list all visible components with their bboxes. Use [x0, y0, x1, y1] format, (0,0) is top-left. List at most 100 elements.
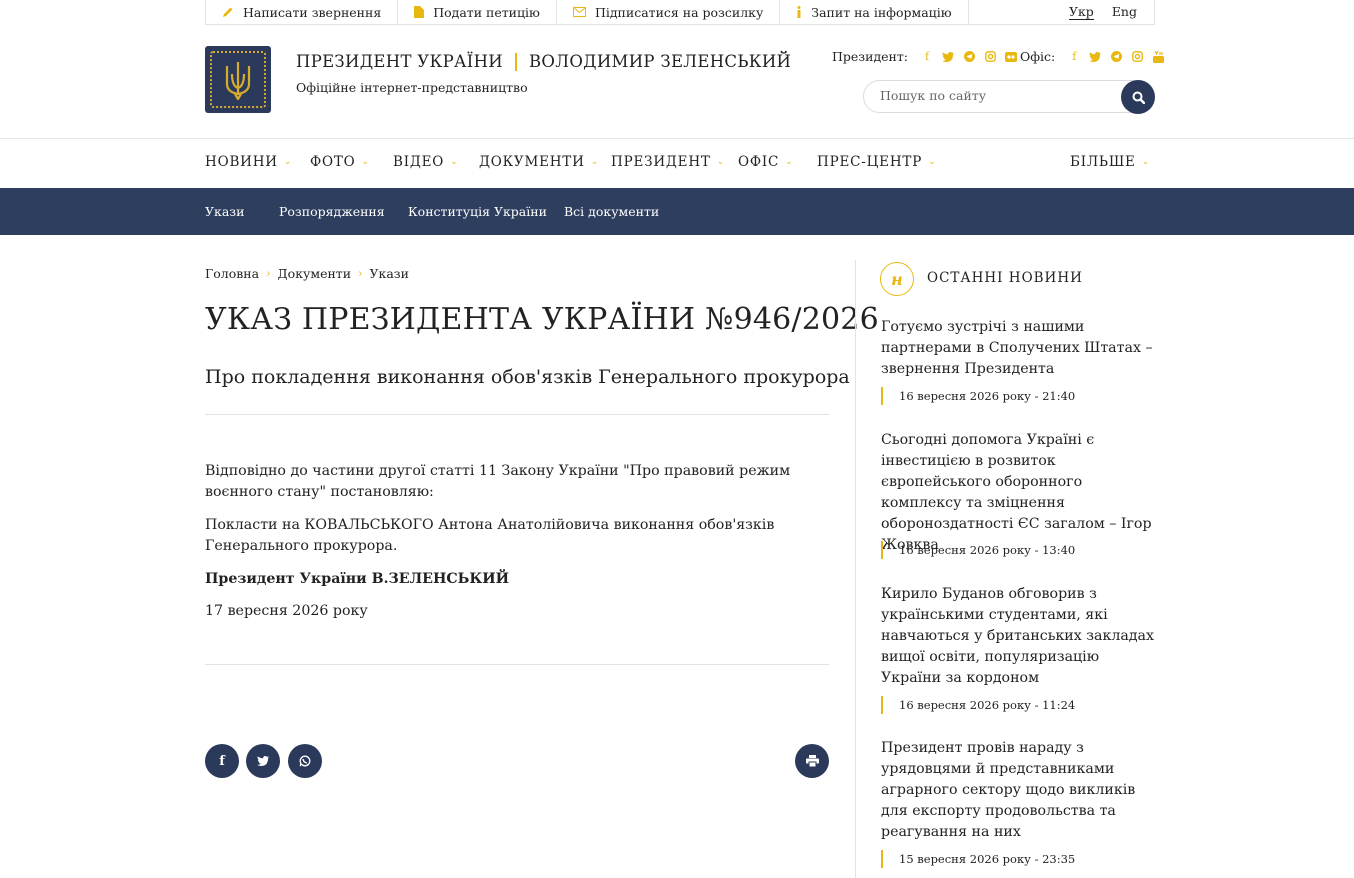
nav-press-center[interactable]: ПРЕС-ЦЕНТР ⌄	[817, 154, 936, 170]
subnav-orders[interactable]: Розпорядження	[279, 204, 385, 219]
chevron-down-icon: ⌄	[361, 157, 370, 167]
subscribe-label: Підписатися на розсилку	[594, 4, 764, 20]
write-appeal-link[interactable]: Написати звернення	[206, 0, 399, 24]
divider	[205, 664, 829, 665]
chevron-right-icon: ›	[266, 267, 271, 280]
chevron-down-icon: ⌄	[928, 157, 937, 167]
title-separator	[515, 52, 517, 71]
share-facebook-button[interactable]: f	[205, 744, 239, 778]
facebook-icon: f	[219, 753, 225, 769]
site-logo[interactable]	[205, 46, 271, 113]
nav-more[interactable]: БІЛЬШЕ ⌄	[1070, 154, 1150, 170]
chevron-down-icon: ⌄	[716, 157, 726, 167]
breadcrumb-documents[interactable]: Документи	[278, 266, 352, 281]
subnav-constitution[interactable]: Конституція України	[408, 204, 547, 219]
logo-frame	[210, 51, 266, 108]
youtube-icon[interactable]	[1152, 50, 1164, 63]
flickr-icon[interactable]	[1005, 51, 1018, 62]
info-request-link[interactable]: Запит на інформацію	[780, 0, 969, 24]
news-item-date: 15 вересня 2026 року - 23:35	[881, 850, 1075, 868]
nav-more-label: БІЛЬШЕ	[1070, 154, 1136, 170]
main-navigation: НОВИНИ ⌄ ФОТО ⌄ ВІДЕО ⌄ ДОКУМЕНТИ ⌄ ПРЕЗИДЕН…	[0, 138, 1354, 188]
nav-photo-label: ФОТО	[310, 154, 356, 170]
lang-ukr[interactable]: Укр	[1068, 4, 1094, 20]
search-input[interactable]	[880, 88, 1110, 103]
breadcrumb-decrees[interactable]: Укази	[369, 266, 408, 281]
divider	[205, 414, 829, 415]
subscribe-link[interactable]: Підписатися на розсилку	[557, 0, 781, 24]
twitter-icon[interactable]	[942, 51, 955, 62]
news-badge-icon: н	[880, 262, 914, 296]
instagram-icon[interactable]	[1131, 51, 1143, 62]
pencil-icon	[222, 6, 234, 18]
print-button[interactable]	[795, 744, 829, 778]
trident-icon	[225, 61, 251, 100]
telegram-icon[interactable]	[963, 51, 975, 62]
share-twitter-button[interactable]	[246, 744, 280, 778]
office-socials-label: Офіс:	[1020, 49, 1056, 64]
site-title-president: ПРЕЗИДЕНТ УКРАЇНИ	[296, 52, 503, 71]
language-switcher: Укр Eng	[1068, 4, 1154, 20]
nav-news[interactable]: НОВИНИ ⌄	[205, 154, 292, 170]
twitter-icon	[257, 756, 269, 766]
whatsapp-icon	[299, 755, 311, 767]
site-title[interactable]: ПРЕЗИДЕНТ УКРАЇНИ ВОЛОДИМИР ЗЕЛЕНСЬКИЙ	[296, 52, 791, 71]
nav-office-label: ОФІС	[738, 154, 780, 170]
news-item-title[interactable]: Сьогодні допомога Україні є інвестицією …	[881, 430, 1156, 556]
facebook-icon[interactable]: f	[1068, 50, 1080, 63]
office-socials: Офіс: f	[1020, 49, 1164, 64]
chevron-down-icon: ⌄	[450, 157, 459, 167]
decree-date: 17 вересня 2026 року	[205, 603, 368, 619]
site-title-name: ВОЛОДИМИР ЗЕЛЕНСЬКИЙ	[529, 52, 792, 71]
page-title: УКАЗ ПРЕЗИДЕНТА УКРАЇНИ №946/2026	[205, 302, 879, 337]
print-icon	[805, 755, 819, 767]
nav-president[interactable]: ПРЕЗИДЕНТ ⌄	[611, 154, 725, 170]
decree-subtitle: Про покладення виконання обов'язків Гене…	[205, 366, 850, 388]
telegram-icon[interactable]	[1110, 51, 1122, 62]
lang-eng[interactable]: Eng	[1112, 4, 1137, 20]
facebook-icon[interactable]: f	[921, 50, 933, 63]
site-subtitle: Офіційне інтернет-представництво	[296, 80, 528, 95]
nav-news-label: НОВИНИ	[205, 154, 278, 170]
share-whatsapp-button[interactable]	[288, 744, 322, 778]
documents-subnav: Укази Розпорядження Конституція України …	[0, 188, 1354, 235]
nav-video-label: ВІДЕО	[393, 154, 445, 170]
nav-documents[interactable]: ДОКУМЕНТИ ⌄	[479, 154, 599, 170]
chevron-down-icon: ⌄	[590, 157, 600, 167]
news-item-title[interactable]: Готуємо зустрічі з нашими партнерами в С…	[881, 317, 1156, 380]
news-item-title[interactable]: Кирило Буданов обговорив з українськими …	[881, 584, 1156, 689]
document-icon	[414, 6, 425, 18]
info-icon	[796, 6, 802, 18]
news-item-date: 16 вересня 2026 року - 13:40	[881, 541, 1075, 559]
nav-press-center-label: ПРЕС-ЦЕНТР	[817, 154, 923, 170]
decree-paragraph: Покласти на КОВАЛЬСЬКОГО Антона Анатолій…	[205, 517, 775, 554]
latest-news-heading: ОСТАННІ НОВИНИ	[927, 270, 1083, 286]
nav-photo[interactable]: ФОТО ⌄	[310, 154, 370, 170]
news-item-title[interactable]: Президент провів нараду з урядовцями й п…	[881, 738, 1156, 843]
president-socials: Президент: f	[832, 49, 1018, 64]
nav-office[interactable]: ОФІС ⌄	[738, 154, 793, 170]
subnav-all-documents[interactable]: Всі документи	[564, 204, 659, 219]
nav-video[interactable]: ВІДЕО ⌄	[393, 154, 459, 170]
decree-signature: Президент України В.ЗЕЛЕНСЬКИЙ	[205, 571, 510, 587]
breadcrumb: Головна › Документи › Укази	[205, 266, 409, 281]
chevron-down-icon: ⌄	[785, 157, 794, 167]
petition-label: Подати петицію	[433, 4, 540, 20]
write-appeal-label: Написати звернення	[243, 4, 382, 20]
news-item-date: 16 вересня 2026 року - 11:24	[881, 696, 1075, 714]
breadcrumb-home[interactable]: Головна	[205, 266, 259, 281]
utility-bar: Написати звернення Подати петицію Підпис…	[205, 0, 1155, 25]
chevron-down-icon: ⌄	[283, 157, 293, 167]
twitter-icon[interactable]	[1089, 51, 1102, 62]
subnav-decrees[interactable]: Укази	[205, 204, 244, 219]
envelope-icon	[572, 7, 586, 17]
nav-president-label: ПРЕЗИДЕНТ	[611, 154, 711, 170]
decree-paragraph: Відповідно до частини другої статті 11 З…	[205, 463, 791, 500]
nav-documents-label: ДОКУМЕНТИ	[479, 154, 585, 170]
search-button[interactable]	[1121, 80, 1155, 114]
instagram-icon[interactable]	[984, 51, 996, 62]
info-request-label: Запит на інформацію	[811, 4, 952, 20]
chevron-right-icon: ›	[358, 267, 363, 280]
petition-link[interactable]: Подати петицію	[398, 0, 557, 24]
search-icon	[1132, 91, 1145, 104]
